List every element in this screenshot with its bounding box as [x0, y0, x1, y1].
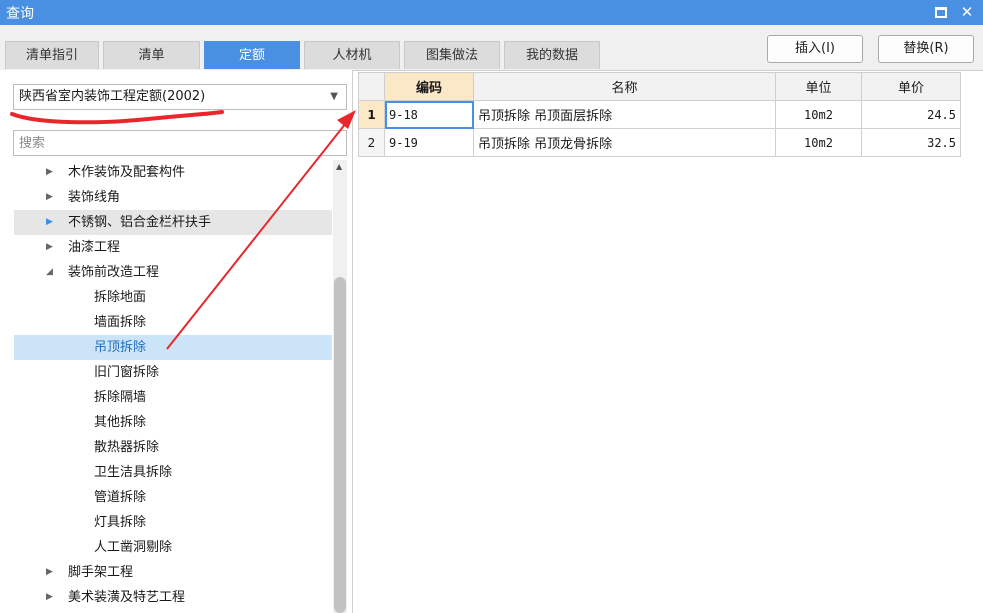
chevron-right-icon[interactable]: ▶: [46, 560, 58, 585]
tree-leaf[interactable]: 人工凿洞剔除: [14, 535, 332, 560]
quota-library-value: 陕西省室内装饰工程定额(2002): [19, 89, 206, 104]
tree-leaf[interactable]: 卫生洁具拆除: [14, 460, 332, 485]
tree-node[interactable]: ▶ 油漆工程: [14, 235, 332, 260]
title-bar: 查询 ✕: [0, 0, 983, 25]
tab-quota[interactable]: 定额: [204, 41, 300, 69]
tree-node[interactable]: ▶ 木作装饰及配套构件: [14, 160, 332, 185]
column-header-unit[interactable]: 单位: [775, 72, 862, 101]
tree-leaf[interactable]: 拆除地面: [14, 285, 332, 310]
scroll-up-icon[interactable]: ▲: [336, 162, 342, 171]
price-cell[interactable]: 24.5: [861, 100, 961, 129]
tree-node[interactable]: ▶ 装饰线角: [14, 185, 332, 210]
tab-bill-guide[interactable]: 清单指引: [5, 41, 99, 69]
table-header-row: 编码 名称 单位 单价: [358, 72, 961, 101]
results-grid: 编码 名称 单位 单价 1 9-18 吊顶拆除 吊顶面层拆除 10m2 24.5…: [358, 72, 961, 157]
chevron-right-icon[interactable]: ▶: [46, 585, 58, 610]
maximize-icon[interactable]: [932, 2, 950, 22]
insert-button[interactable]: 插入(I): [767, 35, 863, 63]
annotation-underline: [10, 110, 224, 125]
tree-node[interactable]: ◢ 装饰前改造工程: [14, 260, 332, 285]
tree-leaf[interactable]: 管道拆除: [14, 485, 332, 510]
tree-leaf[interactable]: 旧门窗拆除: [14, 360, 332, 385]
tree-leaf[interactable]: 散热器拆除: [14, 435, 332, 460]
column-header-code[interactable]: 编码: [384, 72, 474, 101]
tree-scrollbar[interactable]: ▲: [333, 160, 347, 613]
tab-bar: 清单指引 清单 定额 人材机 图集做法 我的数据 插入(I) 替换(R): [0, 25, 983, 71]
chevron-down-icon[interactable]: ▼: [330, 85, 338, 109]
replace-button[interactable]: 替换(R): [878, 35, 974, 63]
tree-node[interactable]: ▶ 美术装潢及特艺工程: [14, 585, 332, 610]
tab-my-data[interactable]: 我的数据: [504, 41, 600, 69]
column-header-price[interactable]: 单价: [861, 72, 961, 101]
category-tree: ▶ 木作装饰及配套构件 ▶ 装饰线角 ▶ 不锈钢、铝合金栏杆扶手 ▶ 油漆工程 …: [14, 160, 332, 610]
tab-atlas-method[interactable]: 图集做法: [404, 41, 500, 69]
chevron-right-icon[interactable]: ▶: [46, 235, 58, 260]
corner-cell: [358, 72, 385, 101]
tree-leaf[interactable]: 灯具拆除: [14, 510, 332, 535]
name-cell[interactable]: 吊顶拆除 吊顶面层拆除: [473, 100, 776, 129]
chevron-right-icon[interactable]: ▶: [46, 185, 58, 210]
chevron-right-icon[interactable]: ▶: [46, 210, 58, 235]
tree-node[interactable]: ▶ 不锈钢、铝合金栏杆扶手: [14, 210, 332, 235]
search-input[interactable]: [13, 130, 347, 156]
close-icon[interactable]: ✕: [958, 2, 976, 22]
tree-node[interactable]: ▶ 脚手架工程: [14, 560, 332, 585]
name-cell[interactable]: 吊顶拆除 吊顶龙骨拆除: [473, 128, 776, 157]
unit-cell[interactable]: 10m2: [775, 100, 862, 129]
tree-leaf[interactable]: 拆除隔墙: [14, 385, 332, 410]
tab-bill[interactable]: 清单: [103, 41, 200, 69]
chevron-right-icon[interactable]: ▶: [46, 160, 58, 185]
price-cell[interactable]: 32.5: [861, 128, 961, 157]
table-row[interactable]: 1 9-18 吊顶拆除 吊顶面层拆除 10m2 24.5: [358, 100, 961, 129]
table-row[interactable]: 2 9-19 吊顶拆除 吊顶龙骨拆除 10m2 32.5: [358, 128, 961, 157]
left-panel: 陕西省室内装饰工程定额(2002) ▼ ▶ 木作装饰及配套构件 ▶ 装饰线角 ▶…: [0, 70, 353, 613]
row-number: 2: [358, 128, 385, 157]
code-cell[interactable]: 9-19: [384, 128, 474, 157]
tree-leaf[interactable]: 墙面拆除: [14, 310, 332, 335]
tab-labor-material[interactable]: 人材机: [304, 41, 400, 69]
tree-leaf[interactable]: 其他拆除: [14, 410, 332, 435]
chevron-down-icon[interactable]: ◢: [46, 260, 58, 285]
column-header-name[interactable]: 名称: [473, 72, 776, 101]
tree-leaf-selected[interactable]: 吊顶拆除: [14, 335, 332, 360]
quota-library-select[interactable]: 陕西省室内装饰工程定额(2002) ▼: [13, 84, 347, 110]
scrollbar-thumb[interactable]: [334, 277, 346, 613]
unit-cell[interactable]: 10m2: [775, 128, 862, 157]
window-title: 查询: [6, 6, 34, 22]
row-number: 1: [358, 100, 385, 129]
code-cell[interactable]: 9-18: [384, 100, 474, 129]
